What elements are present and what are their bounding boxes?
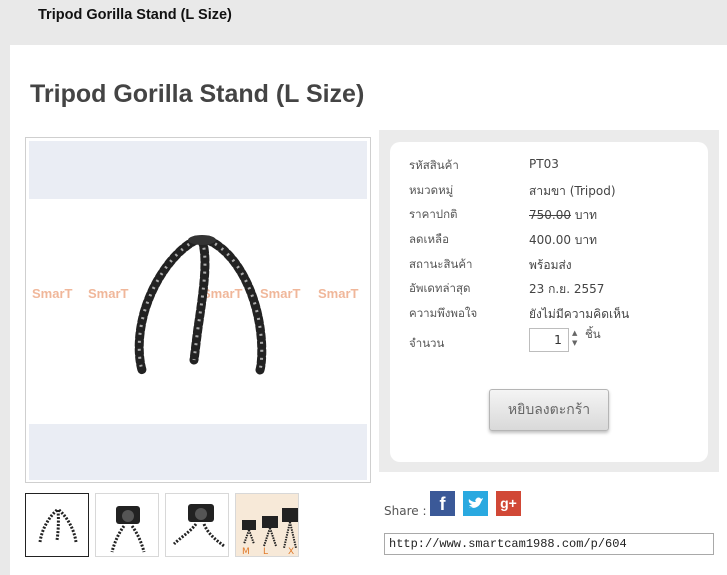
label-status: สถานะสินค้า (409, 257, 473, 271)
quantity-unit: ชิ้น (585, 327, 601, 341)
twitter-icon[interactable] (463, 491, 488, 516)
label-regular-price: ราคาปกติ (409, 207, 458, 221)
label-category: หมวดหมู่ (409, 183, 454, 197)
product-thumbnail[interactable] (95, 493, 159, 557)
top-bar: Tripod Gorilla Stand (L Size) (0, 0, 727, 44)
label-satisfaction: ความพึงพอใจ (409, 306, 478, 320)
quantity-stepper[interactable]: ▲ ▼ (572, 328, 580, 348)
product-thumbnail-sizes[interactable]: M L X (235, 493, 299, 557)
facebook-icon[interactable]: f (430, 491, 455, 516)
share-url-field[interactable]: http://www.smartcam1988.com/p/604 (384, 533, 714, 555)
value-regular-price: 750.00 บาท (529, 208, 598, 222)
value-category[interactable]: สามขา (Tripod) (529, 182, 616, 201)
label-last-updated: อัพเดทล่าสุด (409, 281, 471, 295)
label-sale-price: ลดเหลือ (409, 232, 449, 246)
share-label: Share : (384, 504, 427, 518)
camera-on-tripod-side-thumb (172, 504, 225, 548)
value-product-code: PT03 (529, 157, 559, 171)
label-product-code: รหัสสินค้า (409, 158, 459, 172)
value-satisfaction: ยังไม่มีความคิดเห็น (529, 307, 630, 321)
value-status: พร้อมส่ง (529, 258, 572, 272)
breadcrumb[interactable]: Tripod Gorilla Stand (L Size) (38, 7, 232, 23)
gorilla-tripod-image (134, 235, 267, 375)
google-plus-icon[interactable]: g+ (496, 491, 521, 516)
add-to-cart-button[interactable]: หยิบลงตะกร้า (489, 389, 609, 431)
quantity-input[interactable]: 1 (529, 328, 569, 352)
label-quantity: จำนวน (409, 336, 445, 350)
product-thumbnail[interactable] (25, 493, 89, 557)
camera-on-tripod-thumb (110, 506, 146, 553)
gorilla-tripod-thumb (38, 508, 78, 543)
product-main-image[interactable]: SmarT SmarT SmarT SmarT SmarT (25, 137, 371, 483)
product-thumbnail[interactable] (165, 493, 229, 557)
value-last-updated: 23 ก.ย. 2557 (529, 282, 605, 296)
page-title: Tripod Gorilla Stand (L Size) (30, 80, 365, 108)
value-sale-price: 400.00 บาท (529, 233, 598, 247)
